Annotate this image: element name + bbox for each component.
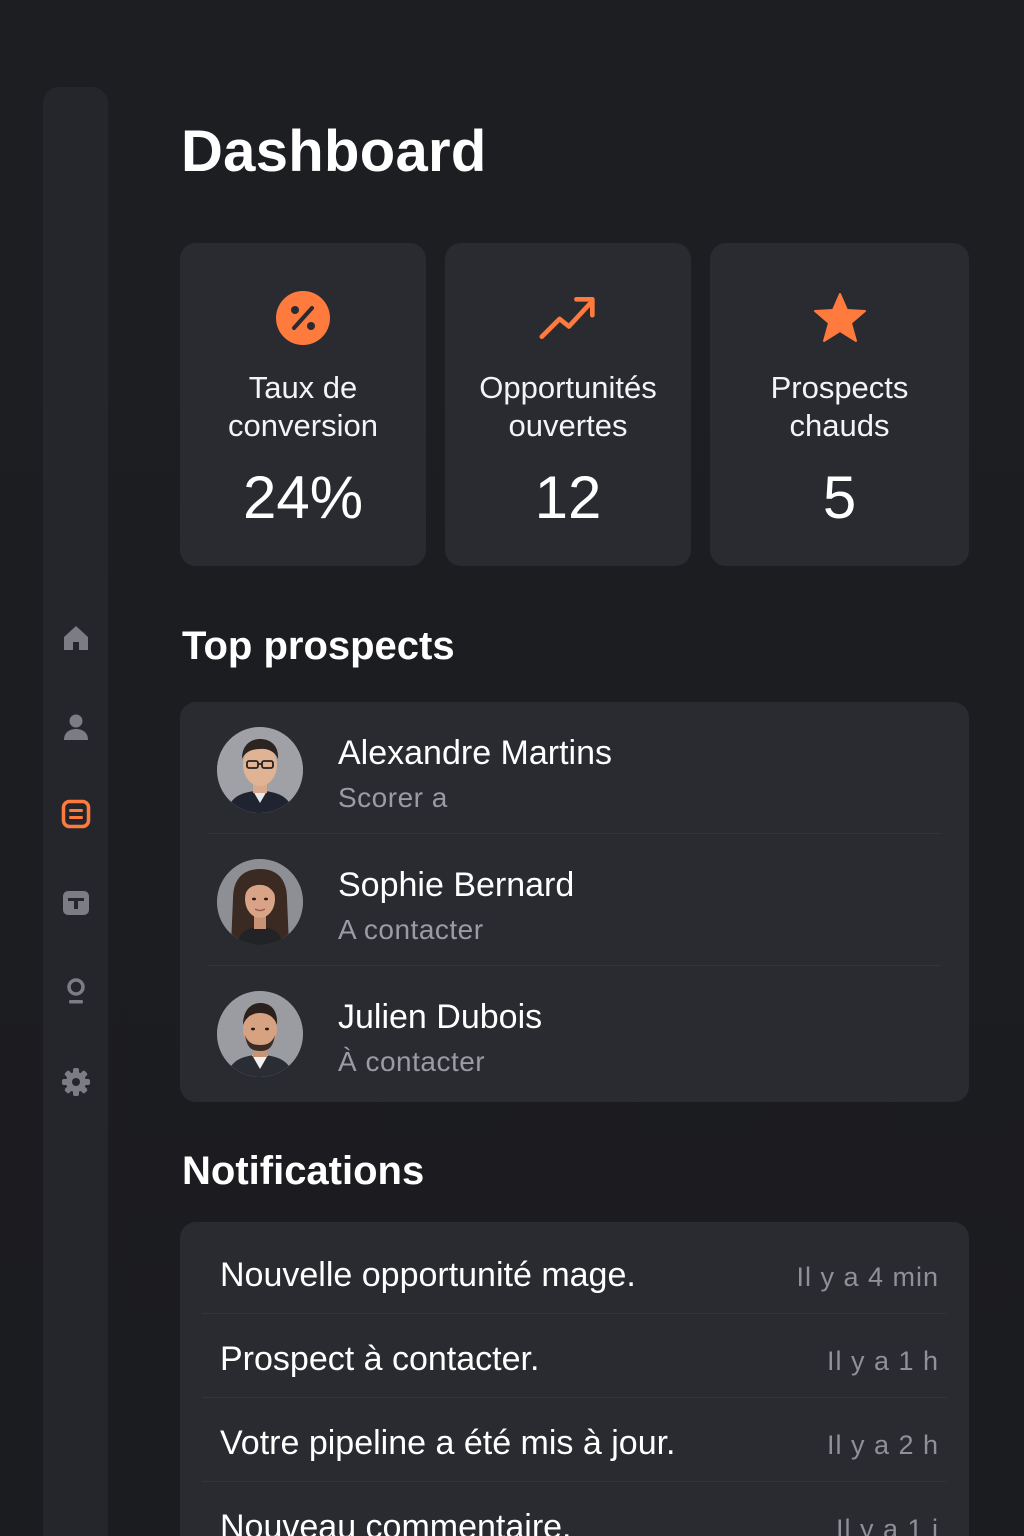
trend-up-icon — [539, 289, 597, 347]
inbox-icon — [62, 891, 89, 915]
sidebar-item-inbox[interactable] — [43, 881, 108, 925]
sidebar — [43, 87, 108, 1536]
notification-time: Il y a 4 min — [796, 1262, 939, 1292]
gear-icon — [61, 1068, 90, 1096]
notification-time: Il y a 2 h — [826, 1430, 939, 1460]
stat-card-hot-prospects[interactable]: Prospects chauds 5 — [710, 243, 969, 566]
stat-card-conversion[interactable]: Taux de conversion 24% — [180, 243, 426, 566]
prospect-status: A contacter — [338, 914, 484, 945]
star-icon — [811, 289, 869, 347]
notification-time: Il y a 1 h — [826, 1346, 939, 1376]
sidebar-item-pipeline[interactable] — [43, 792, 108, 836]
notification-row[interactable]: Votre pipeline a été mis à jour. Il y a … — [180, 1398, 969, 1482]
prospect-row[interactable]: Sophie Bernard A contacter — [180, 834, 969, 966]
percent-icon — [274, 289, 332, 347]
notification-row[interactable]: Nouveau commentaire. Il y a 1 j — [180, 1482, 969, 1536]
stat-value: 5 — [822, 464, 857, 531]
sidebar-item-settings[interactable] — [43, 1060, 108, 1104]
stat-value: 12 — [534, 464, 602, 531]
prospect-row[interactable]: Julien Dubois À contacter — [180, 966, 969, 1098]
notification-text: Nouvelle opportunité mage. — [220, 1256, 636, 1294]
list-icon — [61, 799, 90, 829]
prospect-name: Alexandre Martins — [338, 734, 613, 772]
sidebar-item-location[interactable] — [43, 969, 108, 1013]
notifications-list: Nouvelle opportunité mage. Il y a 4 min … — [180, 1222, 969, 1536]
avatar — [217, 727, 303, 813]
notification-text: Votre pipeline a été mis à jour. — [220, 1424, 676, 1462]
app-window: Dashboard Taux de conversion 24% Opportu… — [0, 0, 1024, 1536]
stat-value: 24% — [242, 464, 364, 531]
top-prospects-title: Top prospects — [182, 624, 455, 668]
avatar — [217, 859, 303, 945]
sidebar-item-contacts[interactable] — [43, 705, 108, 749]
notifications-title: Notifications — [182, 1149, 425, 1193]
prospect-status: Scorer a — [338, 782, 448, 813]
prospect-status: À contacter — [338, 1046, 486, 1077]
prospect-name: Julien Dubois — [338, 998, 543, 1036]
location-icon — [66, 978, 85, 1004]
notification-row[interactable]: Prospect à contacter. Il y a 1 h — [180, 1314, 969, 1398]
stat-label: Taux de conversion — [228, 370, 378, 443]
prospect-name: Sophie Bernard — [338, 866, 575, 904]
home-icon — [63, 626, 88, 650]
notification-text: Nouveau commentaire. — [220, 1508, 572, 1536]
prospect-row[interactable]: Alexandre Martins Scorer a — [180, 702, 969, 834]
notification-text: Prospect à contacter. — [220, 1340, 540, 1378]
top-prospects-list: Alexandre Martins Scorer a Sophie Bernar… — [180, 702, 969, 1102]
stat-card-opportunities[interactable]: Opportunités ouvertes 12 — [445, 243, 691, 566]
notification-row[interactable]: Nouvelle opportunité mage. Il y a 4 min — [180, 1230, 969, 1314]
notification-time: Il y a 1 j — [835, 1514, 939, 1536]
page-title: Dashboard — [181, 119, 487, 184]
sidebar-item-home[interactable] — [43, 616, 108, 660]
user-icon — [63, 714, 88, 740]
stat-label: Prospects chauds — [770, 370, 909, 443]
stat-label: Opportunités ouvertes — [479, 370, 657, 443]
avatar — [217, 991, 303, 1077]
